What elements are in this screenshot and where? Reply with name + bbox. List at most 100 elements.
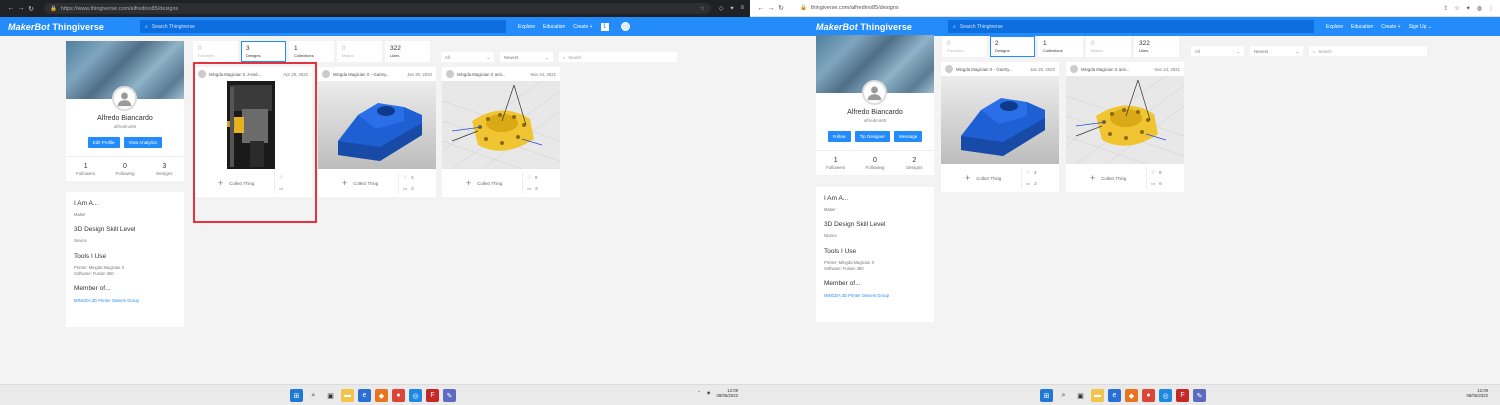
- thing-card[interactable]: Mingda Magician X - Gantry... Jan 20, 20…: [941, 62, 1059, 192]
- collect-thing-button[interactable]: + Collect Thing: [947, 173, 1021, 183]
- tab-collections[interactable]: 1 Collections: [289, 41, 334, 62]
- edge-icon[interactable]: e: [1108, 389, 1121, 402]
- thing-thumbnail[interactable]: [194, 81, 312, 169]
- group-link[interactable]: MINGDA 3D Printer Owners Group: [74, 298, 176, 303]
- tab-likes[interactable]: 322 Likes: [1134, 36, 1179, 57]
- back-icon[interactable]: ←: [6, 5, 16, 12]
- thing-title[interactable]: Mingda Magician X anti...: [457, 72, 527, 77]
- profile-icon[interactable]: ◍: [1477, 5, 1482, 12]
- stat-designs[interactable]: 3 Designs: [145, 163, 184, 176]
- notification-badge[interactable]: 1: [600, 22, 609, 31]
- like-button[interactable]: ♡ 3: [403, 172, 430, 183]
- collect-thing-button[interactable]: + Collect Thing: [1072, 173, 1146, 183]
- stat-followers[interactable]: 1 Followers: [66, 163, 105, 176]
- site-search-input[interactable]: ⌕ Search Thingiverse: [140, 20, 507, 33]
- chrome-icon[interactable]: ●: [1142, 389, 1155, 402]
- tab-designs[interactable]: 2 Designs: [990, 36, 1035, 57]
- type-select[interactable]: All ⌄: [1191, 46, 1244, 56]
- address-bar[interactable]: 🔒 thingiverse.com/alfredino85/designs: [794, 3, 1435, 14]
- tab-makes[interactable]: 0 Makes: [1086, 36, 1131, 57]
- reload-icon[interactable]: ↻: [776, 4, 786, 12]
- app-icon[interactable]: F: [1176, 389, 1189, 402]
- app-icon[interactable]: F: [426, 389, 439, 402]
- task-view-icon[interactable]: ▣: [324, 389, 337, 402]
- thing-card[interactable]: Mingda Magician X anti... Nov 24, 2021 +…: [1066, 62, 1184, 192]
- comment-button[interactable]: ▭ 2: [1026, 178, 1053, 189]
- menu-icon[interactable]: ≡: [740, 5, 744, 12]
- tray-chevron-icon[interactable]: ⌃: [697, 390, 701, 396]
- nav-education[interactable]: Education: [1351, 24, 1373, 30]
- tip-designer-button[interactable]: Tip Designer: [854, 131, 891, 142]
- app-icon[interactable]: ✎: [1193, 389, 1206, 402]
- edge-icon[interactable]: e: [358, 389, 371, 402]
- extension-icon[interactable]: ✦: [729, 5, 734, 12]
- extension-icon[interactable]: ✦: [1466, 5, 1471, 12]
- shield-icon[interactable]: ◇: [719, 5, 724, 12]
- app-icon[interactable]: ◎: [409, 389, 422, 402]
- tab-likes[interactable]: 322 Likes: [385, 41, 430, 62]
- file-explorer-icon[interactable]: ▬: [1091, 389, 1104, 402]
- forward-icon[interactable]: →: [766, 5, 776, 12]
- app-icon[interactable]: ◎: [1159, 389, 1172, 402]
- stat-following[interactable]: 0 Following: [105, 163, 144, 176]
- designs-search-input[interactable]: ⌕ Search: [1309, 46, 1427, 56]
- clock[interactable]: 12:09 08/05/2022: [1466, 388, 1488, 399]
- thing-title[interactable]: Mingda Magician X - Gantry...: [956, 67, 1027, 72]
- collect-thing-button[interactable]: + Collect Thing: [324, 178, 398, 188]
- group-link[interactable]: MINGDA 3D Printer Owners Group: [824, 293, 926, 298]
- nav-create[interactable]: Create +: [1381, 24, 1400, 30]
- bookmark-star-icon[interactable]: ☆: [700, 6, 705, 12]
- follow-button[interactable]: Follow: [827, 131, 851, 142]
- forward-icon[interactable]: →: [16, 5, 26, 12]
- bookmark-star-icon[interactable]: ☆: [1454, 5, 1459, 12]
- tab-favorites[interactable]: 0 Favorites: [942, 36, 987, 57]
- site-logo[interactable]: MakerBot Thingiverse: [816, 22, 912, 32]
- tab-favorites[interactable]: 0 Favorites: [193, 41, 238, 62]
- nav-explore[interactable]: Explore: [518, 24, 535, 30]
- tab-collections[interactable]: 1 Collections: [1038, 36, 1083, 57]
- sort-select[interactable]: Newest ⌄: [1250, 46, 1303, 56]
- like-button[interactable]: ♡ 3: [1026, 167, 1053, 178]
- like-button[interactable]: ♡ 8: [527, 172, 554, 183]
- thing-card[interactable]: Mingda Magician X J-end... Apr 28, 2022 …: [194, 67, 312, 197]
- sort-select[interactable]: Newest ⌄: [500, 52, 553, 62]
- thing-card[interactable]: Mingda Magician X - Gantry... Jan 20, 20…: [318, 67, 436, 197]
- chrome-icon[interactable]: ●: [392, 389, 405, 402]
- comment-button[interactable]: ▭ 2: [403, 183, 430, 194]
- app-icon[interactable]: ✎: [443, 389, 456, 402]
- reload-icon[interactable]: ↻: [26, 5, 36, 13]
- stat-following[interactable]: 0 Following: [855, 157, 894, 170]
- site-logo[interactable]: MakerBot Thingiverse: [8, 22, 104, 32]
- search-icon[interactable]: ⌕: [1057, 389, 1070, 402]
- back-icon[interactable]: ←: [756, 5, 766, 12]
- thing-card[interactable]: Mingda Magician X anti... Nov 24, 2021 +…: [442, 67, 560, 197]
- like-button[interactable]: ♡ 8: [1151, 167, 1178, 178]
- thing-thumbnail[interactable]: [318, 81, 436, 169]
- comment-button[interactable]: ▭ 6: [527, 183, 554, 194]
- address-bar[interactable]: 🔒 https://www.thingiverse.com/alfredino8…: [44, 3, 711, 14]
- file-explorer-icon[interactable]: ▬: [341, 389, 354, 402]
- menu-icon[interactable]: ⋮: [1488, 5, 1494, 12]
- type-select[interactable]: All ⌄: [441, 52, 494, 62]
- stat-designs[interactable]: 2 Designs: [895, 157, 934, 170]
- app-icon[interactable]: ◆: [375, 389, 388, 402]
- app-icon[interactable]: ◆: [1125, 389, 1138, 402]
- thing-thumbnail[interactable]: [442, 81, 560, 169]
- task-view-icon[interactable]: ▣: [1074, 389, 1087, 402]
- search-icon[interactable]: ⌕: [307, 389, 320, 402]
- tab-designs[interactable]: 3 Designs: [241, 41, 286, 62]
- edit-profile-button[interactable]: Edit Profile: [87, 137, 120, 148]
- thing-title[interactable]: Mingda Magician X J-end...: [209, 72, 280, 77]
- message-button[interactable]: Message: [894, 131, 923, 142]
- site-search-input[interactable]: ⌕ Search Thingiverse: [948, 20, 1315, 33]
- thing-title[interactable]: Mingda Magician X anti...: [1081, 67, 1151, 72]
- nav-create[interactable]: Create +: [573, 24, 592, 30]
- windows-start-icon[interactable]: ⊞: [1040, 389, 1053, 402]
- stat-followers[interactable]: 1 Followers: [816, 157, 855, 170]
- nav-education[interactable]: Education: [543, 24, 565, 30]
- network-icon[interactable]: ◉: [707, 390, 711, 396]
- designs-search-input[interactable]: ⌕ Search: [559, 52, 677, 62]
- user-avatar[interactable]: [620, 22, 630, 31]
- collect-thing-button[interactable]: + Collect Thing: [200, 178, 274, 188]
- comment-button[interactable]: ▭ 6: [1151, 178, 1178, 189]
